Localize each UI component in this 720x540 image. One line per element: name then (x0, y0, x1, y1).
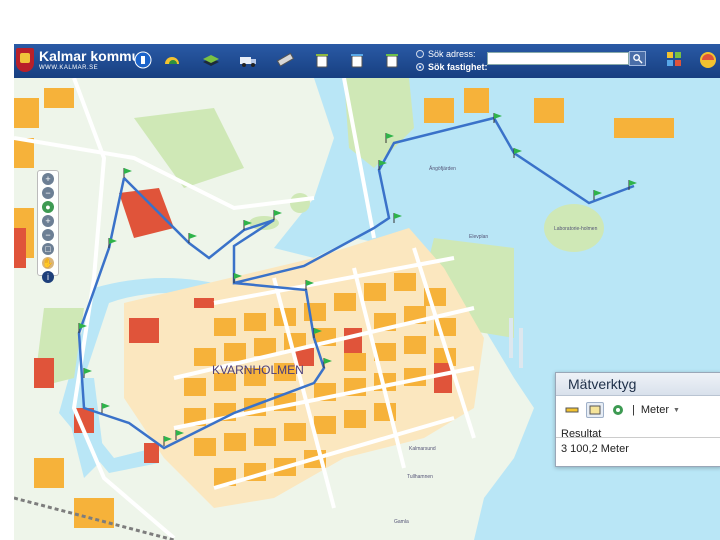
label-angofjarden: Ängöfjärden (429, 165, 456, 172)
kalmar-crest-icon (16, 48, 34, 72)
measure-area-icon[interactable] (586, 402, 604, 418)
toolbar-separator: | (632, 404, 635, 416)
property-radio[interactable] (416, 62, 424, 71)
app-url: WWW.KALMAR.SE (39, 65, 99, 71)
island-small (290, 193, 310, 213)
globe-icon[interactable]: ● (42, 201, 54, 213)
home-icon[interactable] (132, 49, 154, 71)
search-button[interactable] (629, 51, 646, 66)
search-icon (633, 54, 643, 64)
label-laboratorieholmen: Laboratorie-holmen (554, 226, 598, 232)
label-tullhamnen: Tullhamnen (407, 474, 433, 480)
search-input[interactable] (487, 52, 629, 65)
zoom-in-icon[interactable]: + (42, 173, 54, 185)
pan-hand-icon[interactable]: ✋ (42, 257, 54, 269)
map-navigation-bar: + − ● + − □ ✋ i (37, 170, 59, 283)
zoom-box-icon[interactable]: □ (42, 243, 54, 255)
measure-tool-panel: Mätverktyg | Meter ▼ Resultat 3 100,2 Me… (555, 372, 720, 467)
bin-green-icon[interactable] (381, 49, 403, 71)
map-toolbar: Kalmar kommun WWW.KALMAR.SE Sök adress: … (14, 44, 720, 78)
zoom-in-icon[interactable]: + (42, 215, 54, 227)
layers-stack-icon[interactable] (200, 49, 222, 71)
measure-toolbar: | Meter ▼ (564, 401, 680, 419)
app-grid-icon[interactable] (666, 51, 682, 67)
label-kalmarsund: Kalmarsund (409, 446, 436, 452)
map-canvas[interactable]: KVARNHOLMEN Ängöfjärden Laboratorie-holm… (14, 78, 720, 540)
search-address-label: Sök adress: (428, 48, 476, 59)
unit-select[interactable]: Meter ▼ (641, 404, 680, 416)
label-kvarnholmen: KVARNHOLMEN (212, 363, 304, 377)
result-divider (556, 437, 720, 438)
measure-panel-title: Mätverktyg (556, 373, 720, 396)
ruler-icon[interactable] (274, 49, 296, 71)
info-icon[interactable]: i (42, 271, 54, 283)
globe-icon[interactable] (698, 50, 718, 70)
label-elevplan: Elevplan (469, 234, 488, 240)
unit-select-value: Meter (640, 404, 669, 416)
zoom-out-icon[interactable]: − (42, 229, 54, 241)
location-globe-icon[interactable] (610, 403, 626, 417)
map-layers-icon[interactable] (161, 49, 183, 71)
search-address-option[interactable]: Sök adress: (416, 47, 488, 60)
result-label: Resultat (561, 428, 602, 440)
search-property-label: Sök fastighet: (428, 61, 488, 72)
chevron-down-icon: ▼ (672, 406, 680, 414)
truck-icon[interactable] (237, 49, 259, 71)
measure-line-icon[interactable] (564, 403, 580, 417)
search-property-option[interactable]: Sök fastighet: (416, 60, 488, 73)
map-graphics: KVARNHOLMEN Ängöfjärden Laboratorie-holm… (14, 78, 720, 540)
search-panel: Sök adress: Sök fastighet: (416, 47, 488, 73)
result-value: 3 100,2 Meter (561, 443, 629, 455)
label-gamla: Gamla (394, 519, 409, 525)
bin-icon[interactable] (311, 49, 333, 71)
zoom-out-icon[interactable]: − (42, 187, 54, 199)
bin-recycle-icon[interactable] (346, 49, 368, 71)
address-radio[interactable] (416, 49, 424, 58)
